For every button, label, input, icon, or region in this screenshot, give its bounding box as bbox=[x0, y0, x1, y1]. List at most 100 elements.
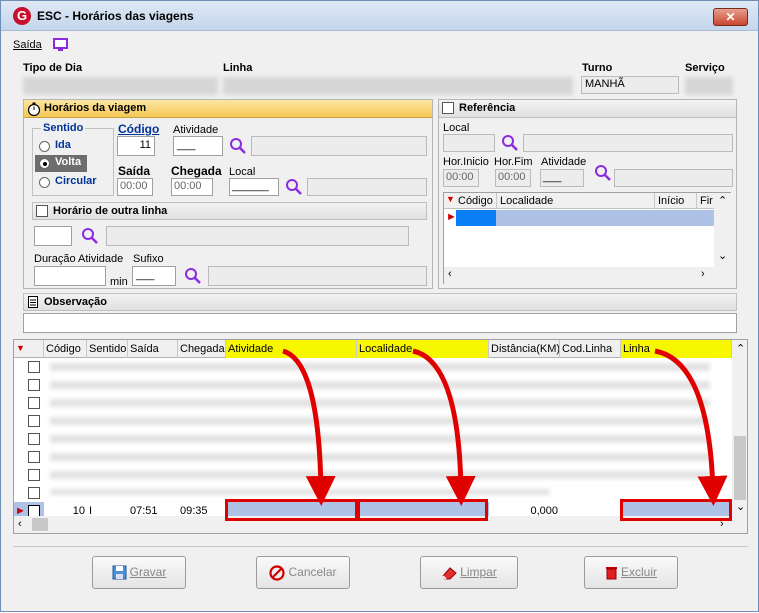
outra-linha-header: Horário de outra linha bbox=[32, 202, 427, 220]
ref-scroll-down-icon[interactable]: ⌄ bbox=[718, 249, 727, 262]
outra-linha-checkbox[interactable] bbox=[36, 205, 48, 217]
saida-label: Saída bbox=[118, 164, 151, 178]
app-logo-icon: G bbox=[13, 7, 31, 25]
col-codigo[interactable]: Código bbox=[44, 340, 87, 358]
grid-scroll-left-icon[interactable]: ‹ bbox=[18, 518, 22, 530]
radio-circular[interactable] bbox=[39, 177, 50, 188]
ref-atividade-desc-field bbox=[614, 169, 733, 187]
grid-header: ▼ Código Sentido Saída Chegada Atividade… bbox=[14, 340, 732, 358]
linha-field[interactable] bbox=[223, 77, 573, 95]
stopwatch-icon bbox=[27, 102, 41, 116]
cancelar-button[interactable]: Cancelar bbox=[256, 556, 350, 589]
col-sentido[interactable]: Sentido bbox=[87, 340, 128, 358]
col-distancia[interactable]: Distância(KM) bbox=[489, 340, 560, 358]
hor-fim-field[interactable]: 00:00 bbox=[495, 169, 531, 187]
saida-field[interactable]: 00:00 bbox=[117, 178, 153, 196]
table-row[interactable] bbox=[14, 430, 732, 448]
menu-saida[interactable]: Saída bbox=[13, 39, 42, 51]
turno-label: Turno bbox=[582, 62, 613, 74]
gravar-button[interactable]: Gravar bbox=[92, 556, 186, 589]
codigo-field[interactable]: 11 bbox=[117, 136, 155, 156]
col-linha[interactable]: Linha bbox=[621, 340, 732, 358]
search-ref-atividade-icon[interactable] bbox=[594, 164, 612, 182]
duracao-field[interactable] bbox=[34, 266, 106, 286]
chegada-field[interactable]: 00:00 bbox=[171, 178, 213, 196]
grid-vscroll[interactable]: ⌃ ⌄ bbox=[732, 340, 747, 516]
atividade-desc-field bbox=[251, 136, 427, 156]
ref-col-fim[interactable]: Fir bbox=[700, 195, 713, 207]
ref-grid-row[interactable]: ► bbox=[444, 210, 714, 226]
ref-scroll-left-icon[interactable]: ‹ bbox=[448, 268, 452, 280]
ref-scroll-up-icon[interactable]: ⌃ bbox=[718, 194, 727, 207]
divider bbox=[13, 546, 748, 547]
ref-grid-hscroll[interactable]: ‹ › bbox=[444, 267, 731, 284]
outra-linha-desc-field bbox=[106, 226, 409, 246]
table-row[interactable] bbox=[14, 358, 732, 376]
annotation-box-atividade bbox=[225, 499, 358, 521]
servico-field[interactable] bbox=[685, 77, 733, 95]
limpar-button[interactable]: Limpar bbox=[420, 556, 518, 589]
observacao-field[interactable] bbox=[23, 313, 737, 333]
grid-scroll-down-icon[interactable]: ⌄ bbox=[736, 500, 745, 513]
eraser-icon bbox=[442, 567, 457, 580]
hor-inicio-field[interactable]: 00:00 bbox=[443, 169, 479, 187]
ref-local-field[interactable] bbox=[443, 134, 495, 152]
radio-volta-label: Volta bbox=[55, 156, 82, 168]
table-row[interactable] bbox=[14, 466, 732, 484]
tipo-dia-label: Tipo de Dia bbox=[23, 62, 83, 74]
col-cod-linha[interactable]: Cod.Linha bbox=[560, 340, 621, 358]
referencia-header: Referência bbox=[439, 100, 736, 118]
radio-ida-label: Ida bbox=[55, 139, 71, 151]
ref-col-localidade[interactable]: Localidade bbox=[500, 195, 553, 207]
close-button[interactable]: ✕ bbox=[713, 8, 748, 26]
table-row[interactable] bbox=[14, 394, 732, 412]
table-row[interactable] bbox=[14, 376, 732, 394]
annotation-box-linha bbox=[620, 499, 732, 521]
radio-ida[interactable] bbox=[39, 141, 50, 152]
cancelar-label: Cancelar bbox=[288, 565, 337, 579]
window-title: ESC - Horários das viagens bbox=[37, 9, 194, 23]
sufixo-field[interactable]: ___ bbox=[132, 266, 176, 286]
ref-local-label: Local bbox=[443, 122, 470, 134]
tipo-dia-field[interactable] bbox=[23, 77, 218, 95]
ref-col-inicio[interactable]: Início bbox=[658, 195, 684, 207]
observacao-title: Observação bbox=[44, 296, 107, 308]
local-field[interactable]: ______ bbox=[229, 178, 279, 196]
search-ref-local-icon[interactable] bbox=[501, 134, 519, 152]
table-row[interactable] bbox=[14, 412, 732, 430]
search-outra-linha-icon[interactable] bbox=[81, 227, 99, 245]
ref-col-codigo[interactable]: Código bbox=[458, 195, 493, 207]
excluir-button[interactable]: Excluir bbox=[584, 556, 678, 589]
ref-atividade-field[interactable]: ___ bbox=[540, 169, 584, 187]
search-atividade-icon[interactable] bbox=[229, 137, 247, 155]
min-label: min bbox=[110, 276, 128, 288]
ref-grid-sort-icon: ▼ bbox=[446, 194, 455, 204]
ref-local-desc-field bbox=[523, 134, 733, 152]
col-localidade[interactable]: Localidade bbox=[357, 340, 489, 358]
search-sufixo-icon[interactable] bbox=[184, 267, 202, 285]
monitor-icon[interactable] bbox=[53, 38, 69, 52]
ref-grid-vscroll[interactable]: ⌃ ⌄ bbox=[714, 193, 731, 267]
turno-field[interactable]: MANHÃ bbox=[581, 76, 679, 94]
radio-volta[interactable] bbox=[39, 158, 50, 169]
col-chegada[interactable]: Chegada bbox=[178, 340, 226, 358]
linha-label: Linha bbox=[223, 62, 253, 74]
sufixo-desc-field bbox=[208, 266, 427, 286]
chegada-label: Chegada bbox=[171, 164, 222, 178]
trash-icon bbox=[605, 567, 617, 580]
cancel-icon bbox=[269, 565, 286, 581]
grid-vscroll-thumb[interactable] bbox=[734, 436, 746, 500]
sentido-label: Sentido bbox=[41, 122, 86, 134]
table-row[interactable] bbox=[14, 448, 732, 466]
ref-scroll-right-icon[interactable]: › bbox=[701, 268, 705, 280]
save-icon bbox=[112, 565, 127, 580]
col-atividade[interactable]: Atividade bbox=[226, 340, 357, 358]
outra-linha-codigo-field[interactable] bbox=[34, 226, 72, 246]
search-local-icon[interactable] bbox=[285, 178, 303, 196]
col-saida[interactable]: Saída bbox=[128, 340, 178, 358]
referencia-checkbox[interactable] bbox=[442, 102, 454, 114]
atividade-field[interactable]: ___ bbox=[173, 136, 223, 156]
grid-hscroll-thumb[interactable] bbox=[32, 518, 48, 531]
main-window: G ESC - Horários das viagens ✕ Saída Tip… bbox=[0, 0, 759, 612]
grid-scroll-up-icon[interactable]: ⌃ bbox=[736, 342, 745, 355]
